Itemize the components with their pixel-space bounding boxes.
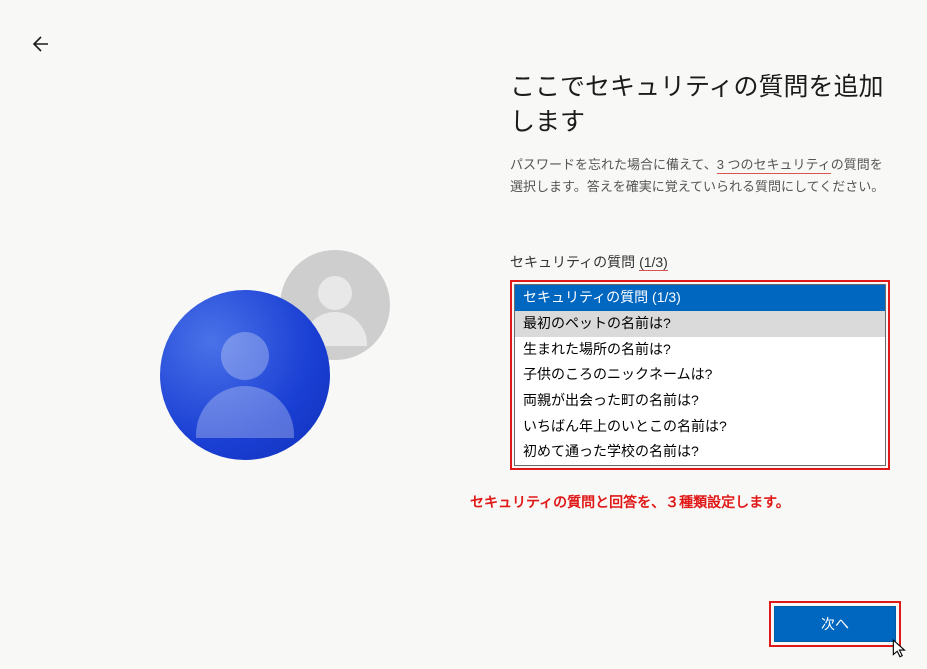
dropdown-option-2[interactable]: 生まれた場所の名前は? [515, 337, 885, 363]
avatar-illustration [160, 250, 400, 490]
question-fraction: (1/3) [639, 254, 668, 271]
description-underlined: 3 つのセキュリティ [717, 157, 831, 174]
dropdown-option-4[interactable]: 両親が出会った町の名前は? [515, 388, 885, 414]
dropdown-option-1[interactable]: 最初のペットの名前は? [515, 311, 885, 337]
avatar-front-icon [160, 290, 330, 460]
dropdown-option-3[interactable]: 子供のころのニックネームは? [515, 362, 885, 388]
annotation-text: セキュリティの質問と回答を、３種類設定します。 [470, 492, 890, 512]
security-question-dropdown[interactable]: セキュリティの質問 (1/3) 最初のペットの名前は? 生まれた場所の名前は? … [514, 284, 886, 466]
dropdown-option-5[interactable]: いちばん年上のいとこの名前は? [515, 414, 885, 440]
question-label: セキュリティの質問 (1/3) [510, 252, 890, 272]
description-before: パスワードを忘れた場合に備えて、 [510, 157, 717, 172]
question-label-text: セキュリティの質問 [510, 254, 639, 270]
page-title: ここでセキュリティの質問を追加します [510, 70, 890, 140]
next-button-highlight-box: 次へ [769, 601, 901, 647]
page-description: パスワードを忘れた場合に備えて、3 つのセキュリティの質問を選択します。答えを確… [510, 154, 890, 198]
back-button[interactable] [28, 32, 52, 56]
next-button[interactable]: 次へ [774, 606, 896, 642]
dropdown-option-placeholder[interactable]: セキュリティの質問 (1/3) [515, 285, 885, 311]
next-button-label: 次へ [821, 614, 849, 634]
dropdown-highlight-box: セキュリティの質問 (1/3) 最初のペットの名前は? 生まれた場所の名前は? … [510, 280, 890, 470]
dropdown-option-6[interactable]: 初めて通った学校の名前は? [515, 439, 885, 465]
